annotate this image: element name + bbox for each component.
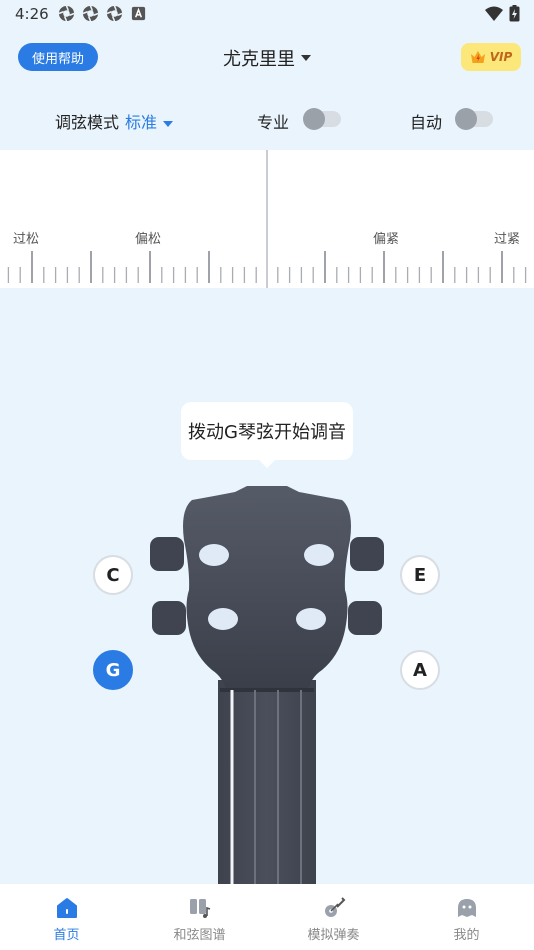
ukulele-headstock <box>150 486 384 885</box>
meter-center-line <box>266 150 268 288</box>
prompt-bubble: 拨动G琴弦开始调音 <box>181 402 353 460</box>
mode-row: 调弦模式 标准 专业 自动 <box>0 100 534 138</box>
battery-icon <box>509 5 520 22</box>
meter-label-too-tight: 过紧 <box>494 232 521 247</box>
pro-mode-label: 专业 <box>257 113 290 132</box>
instrument-selector: 尤克里里 <box>0 45 534 71</box>
nut <box>220 688 314 692</box>
tuner-post <box>199 544 229 566</box>
status-bar: 4:26 <box>0 0 534 30</box>
notification-icons <box>58 5 147 22</box>
auto-mode-toggle[interactable] <box>455 108 493 130</box>
tab-label: 我的 <box>453 928 480 943</box>
tuning-meter: 过松 偏松 偏紧 过紧 <box>0 150 534 288</box>
tab-play[interactable]: 模拟弹奏 <box>267 884 400 950</box>
tuning-mode-label: 调弦模式 <box>55 113 120 132</box>
home-icon <box>56 898 77 918</box>
meter-label-too-loose: 过松 <box>13 232 40 247</box>
instrument-name[interactable]: 尤克里里 <box>223 45 295 71</box>
tab-home[interactable]: 首页 <box>0 884 133 950</box>
string-a-button[interactable]: A <box>400 650 440 690</box>
toggle-knob <box>455 108 477 130</box>
tab-profile[interactable]: 我的 <box>400 884 533 950</box>
bottom-tab-bar: 首页 和弦图谱 模拟弹奏 我的 <box>0 884 534 950</box>
tuning-mode-dropdown[interactable]: 标准 <box>125 109 174 133</box>
font-a-icon <box>131 6 146 21</box>
toggle-knob <box>303 108 325 130</box>
auto-mode-label: 自动 <box>410 113 443 132</box>
system-icons <box>485 5 520 22</box>
tuning-mode-value: 标准 <box>125 113 158 132</box>
headstock <box>183 486 351 692</box>
meter-label-loose: 偏松 <box>135 232 162 247</box>
wifi-icon <box>485 6 503 21</box>
aperture-icon <box>82 5 99 22</box>
tab-label: 首页 <box>53 928 80 943</box>
tuner-knob <box>152 601 186 635</box>
tuner-post <box>296 608 326 630</box>
tab-label: 和弦图谱 <box>173 928 226 943</box>
profile-icon <box>457 899 476 917</box>
pro-mode-toggle[interactable] <box>303 108 341 130</box>
tuner-post <box>208 608 238 630</box>
string-g-button[interactable]: G <box>93 650 133 690</box>
meter-label-tight: 偏紧 <box>373 232 400 247</box>
vip-label: VIP <box>489 50 513 64</box>
top-bar: 使用帮助 尤克里里 VIP <box>0 38 534 78</box>
tab-chords[interactable]: 和弦图谱 <box>133 884 266 950</box>
tab-label: 模拟弹奏 <box>307 928 360 943</box>
status-time: 4:26 <box>15 5 49 23</box>
aperture-icon <box>106 5 123 22</box>
crown-icon <box>470 51 485 63</box>
tuner-knob <box>348 601 382 635</box>
string-e-button[interactable]: E <box>400 555 440 595</box>
chevron-down-icon[interactable] <box>301 55 311 61</box>
tuner-post <box>304 544 334 566</box>
chord-book-icon <box>189 899 210 918</box>
aperture-icon <box>58 5 75 22</box>
guitar-icon <box>324 897 345 917</box>
chevron-down-icon <box>163 120 174 127</box>
prompt-bubble-tail <box>258 459 276 468</box>
tuner-knob <box>350 537 384 571</box>
tuner-knob <box>150 537 184 571</box>
string-c-button[interactable]: C <box>93 555 133 595</box>
vip-button[interactable]: VIP <box>461 43 521 71</box>
